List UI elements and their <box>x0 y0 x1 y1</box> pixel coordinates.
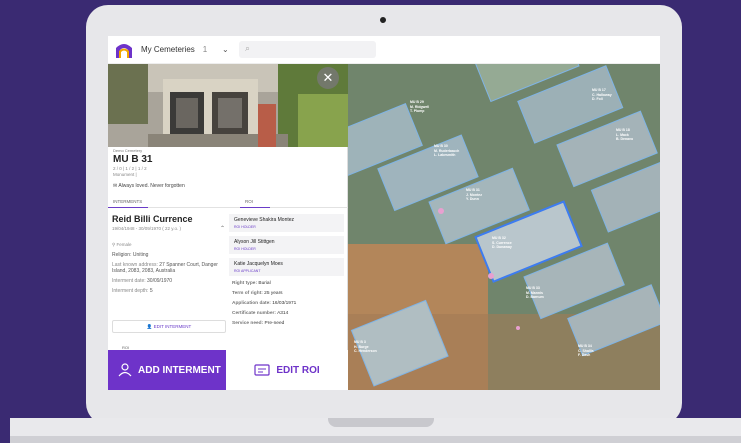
roi-holder-role: ROI HOLDER <box>234 225 256 229</box>
tab-interments-indicator <box>108 207 148 208</box>
plot-label[interactable]: MU B 18 L. Mack B. Denavo <box>616 128 633 142</box>
search-input[interactable]: ⌕ <box>239 41 376 58</box>
chevron-up-icon[interactable]: ⌃ <box>220 225 225 232</box>
cemetery-label: Demo Cemetery <box>113 148 143 153</box>
plot-detail-panel: ✕ Demo Cemetery MU B 31 2 / 0 | 1 / 2 | … <box>108 64 348 390</box>
interment-gender: ⚲ Female <box>112 242 226 248</box>
add-person-icon <box>118 363 132 377</box>
plot-label[interactable]: MU B 34 C. Shallis F. Dash <box>578 344 594 358</box>
plot-name: C. Henderson <box>354 349 377 353</box>
interment-depth-row: Interment depth: 5 <box>112 288 226 294</box>
monument-photo <box>108 64 348 147</box>
interment-dates: 19/04/1948 - 30/09/1970 ( 22 y.o. ) <box>112 226 181 231</box>
roi-holder-name: Alyson Jill Stittgen <box>234 239 275 245</box>
interment-date-row: Interment date: 30/09/1970 <box>112 278 226 284</box>
laptop-base-shadow <box>10 436 741 443</box>
term-label: Term of right: <box>232 291 263 296</box>
plot-label[interactable]: MU B 31 J. Montez Y. Dunn <box>466 188 482 202</box>
plot-name: F. Dash <box>578 353 591 357</box>
chevron-down-icon[interactable]: ⌄ <box>222 45 229 54</box>
cemetery-count: 1 <box>202 45 208 54</box>
plot-label[interactable]: MU B 17 C. Halloway D. Foll <box>592 88 612 102</box>
plot-name: T. Plump <box>410 109 425 113</box>
add-interment-label: ADD INTERMENT <box>138 364 221 376</box>
roi-applicant-name: Katie Jacquelyn Moes <box>234 261 283 267</box>
certificate-icon <box>254 364 270 376</box>
edit-roi-label: EDIT ROI <box>276 364 320 376</box>
plot-label[interactable]: MU B 33 M. Mannis D. Barnum <box>526 286 544 300</box>
plot-stats: 2 / 0 | 1 / 2 | 1 / 2 <box>113 166 147 171</box>
interment-date-label: Interment date: <box>112 278 146 284</box>
top-bar: My Cemeteries 1 ⌄ ⌕ <box>108 36 660 64</box>
right-type-value: Burial <box>258 281 271 286</box>
detail-tabs: INTERMENTS ROI <box>108 196 348 208</box>
plot-name: D. Barnum <box>526 295 544 299</box>
plot-title: MU B 31 <box>466 188 480 192</box>
certificate-value: A314 <box>277 311 289 316</box>
plot-label[interactable]: MU B 29 M. Ridgwell T. Plump <box>410 100 429 114</box>
right-type-label: Right type: <box>232 281 258 286</box>
roi-holder-card[interactable]: Genevieve Shakira Montez ROI HOLDER <box>229 214 344 232</box>
application-date-row: Application date: 16/03/1971 <box>229 301 344 306</box>
laptop-notch <box>328 418 434 427</box>
address-row: Last known address: 27 Spanner Court, Da… <box>112 262 226 274</box>
app-screen: My Cemeteries 1 ⌄ ⌕ ✕ Demo Cemetery MU B… <box>108 36 660 390</box>
plot-label[interactable]: MU B 30 M. Ruderbauch L. Lakesmith <box>434 144 459 158</box>
map-canvas <box>348 64 660 390</box>
epitaph-text: Always loved. Never forgotten <box>118 183 185 189</box>
tab-roi-indicator <box>240 207 270 208</box>
cemetery-name: My Cemeteries <box>141 45 195 54</box>
roi-applicant-card[interactable]: Katie Jacquelyn Moes ROI APPLICANT <box>229 258 344 276</box>
roi-applicant-role: ROI APPLICANT <box>234 269 261 273</box>
plot-label[interactable]: MU B 32 S. Currence D. Dunaway <box>492 236 512 250</box>
plot-name: B. Denavo <box>616 137 634 141</box>
plot-name: D. Foll <box>592 97 603 101</box>
edit-interment-label: EDIT INTERMENT <box>153 324 192 329</box>
add-interment-button[interactable]: ADD INTERMENT <box>108 350 226 390</box>
plot-label[interactable]: MU B 3 H. Burge C. Henderson <box>354 340 377 354</box>
aerial-map[interactable]: MU B 29 M. Ridgwell T. Plump MU B 30 M. Rud… <box>348 64 660 390</box>
roi-holder-card[interactable]: Alyson Jill Stittgen ROI HOLDER <box>229 236 344 254</box>
plot-name: Y. Dunn <box>466 197 479 201</box>
certificate-row: Certificate number: A314 <box>229 311 344 316</box>
plot-id: MU B 31 <box>113 154 153 165</box>
person-icon: 👤 <box>146 324 154 329</box>
roi-holder-name: Genevieve Shakira Montez <box>234 217 295 223</box>
close-icon[interactable]: ✕ <box>317 67 339 89</box>
interment-name: Reid Billi Currence <box>112 214 193 224</box>
application-date-value: 16/03/1971 <box>272 301 297 306</box>
term-row: Term of right: 25 years <box>229 291 344 296</box>
right-type-row: Right type: Burial <box>229 281 344 286</box>
term-value: 25 years <box>264 291 283 296</box>
interment-depth-label: Interment depth: <box>112 288 149 294</box>
service-need-value: Pre-need <box>264 321 285 326</box>
plot-name: L. Lakesmith <box>434 153 456 157</box>
plot-title: MU B 34 <box>578 344 592 348</box>
application-date-label: Application date: <box>232 301 271 306</box>
certificate-label: Certificate number: <box>232 311 276 316</box>
roi-holder-role: ROI HOLDER <box>234 247 256 251</box>
interment-card: Reid Billi Currence 19/04/1948 - 30/09/1… <box>112 214 226 294</box>
tab-interments[interactable]: INTERMENTS <box>113 199 142 204</box>
plot-info: Demo Cemetery MU B 31 2 / 0 | 1 / 2 | 1 … <box>113 148 343 189</box>
plot-name: D. Dunaway <box>492 245 512 249</box>
interment-date-value: 30/09/1970 <box>147 278 173 284</box>
religion-row: Religion: Uniting <box>112 252 149 258</box>
roi-card: Genevieve Shakira Montez ROI HOLDER Alys… <box>229 214 344 326</box>
plot-type: Monument | <box>113 172 137 177</box>
gender-text: Female <box>116 242 132 247</box>
cemetery-selector[interactable]: My Cemeteries 1 <box>141 45 207 54</box>
service-need-row: Service need: Pre-need <box>229 321 344 326</box>
tab-roi[interactable]: ROI <box>245 199 253 204</box>
search-icon: ⌕ <box>245 43 251 53</box>
interment-depth-value: 5 <box>149 288 153 294</box>
webcam <box>380 17 386 23</box>
app-logo-icon[interactable] <box>114 40 134 60</box>
edit-roi-button[interactable]: EDIT ROI <box>226 350 348 390</box>
service-need-label: Service need: <box>232 321 264 326</box>
epitaph: ✉ Always loved. Never forgotten <box>113 183 343 189</box>
edit-interment-button[interactable]: 👤 EDIT INTERMENT <box>112 320 226 333</box>
